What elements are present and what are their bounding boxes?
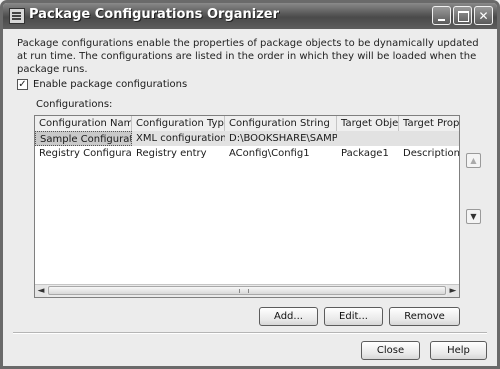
app-icon: [9, 8, 25, 24]
cell-configuration-name: Sample Configuration: [35, 131, 132, 146]
column-header-configuration-string[interactable]: Configuration String: [225, 116, 337, 131]
edit-button[interactable]: Edit...: [324, 307, 383, 326]
scroll-left-icon[interactable]: ◄: [35, 285, 47, 297]
maximize-button[interactable]: [453, 6, 472, 25]
cell-target-property: Description: [403, 148, 460, 159]
add-button[interactable]: Add...: [259, 307, 318, 326]
table-row[interactable]: Sample Configuration XML configuration f…: [35, 131, 459, 146]
configurations-list[interactable]: Configuration Name Configuration Type Co…: [34, 115, 460, 298]
arrow-up-icon: ▲: [470, 156, 477, 165]
move-down-button[interactable]: ▼: [466, 209, 481, 224]
divider: [13, 332, 487, 334]
enable-configurations-checkbox[interactable]: ✓: [17, 79, 28, 90]
help-button[interactable]: Help: [430, 341, 487, 360]
table-row[interactable]: Registry Configuration Registry entry AC…: [35, 146, 460, 161]
cell-configuration-string: D:\BOOKSHARE\SAMPLE...: [229, 133, 337, 144]
close-icon: ✕: [478, 9, 489, 23]
configurations-label: Configurations:: [36, 99, 113, 110]
cell-target-object: [337, 131, 399, 146]
column-header-target-object[interactable]: Target Object: [337, 116, 399, 131]
close-window-button[interactable]: ✕: [474, 6, 493, 25]
cell-configuration-string: AConfig\Config1: [229, 148, 310, 159]
column-header-configuration-name[interactable]: Configuration Name: [35, 116, 132, 131]
cell-target-object: Package1: [341, 148, 389, 159]
cell-configuration-type: Registry entry: [136, 148, 207, 159]
scrollbar-thumb[interactable]: [48, 286, 446, 295]
close-button[interactable]: Close: [361, 341, 420, 360]
enable-configurations-label[interactable]: Enable package configurations: [33, 79, 187, 90]
arrow-down-icon: ▼: [470, 212, 477, 221]
move-up-button[interactable]: ▲: [466, 153, 481, 168]
title-bar[interactable]: Package Configurations Organizer ✕: [3, 3, 497, 29]
grip-icon: [239, 289, 249, 293]
window-title: Package Configurations Organizer: [29, 7, 279, 22]
remove-button[interactable]: Remove: [389, 307, 460, 326]
column-header-target-property[interactable]: Target Prop...: [399, 116, 459, 131]
horizontal-scrollbar[interactable]: ◄ ►: [35, 284, 459, 297]
description-text: Package configurations enable the proper…: [17, 38, 479, 75]
column-header-configuration-type[interactable]: Configuration Type: [132, 116, 225, 131]
minimize-button[interactable]: [432, 6, 451, 25]
dialog-window: Package Configurations Organizer ✕ Packa…: [0, 0, 500, 369]
cell-target-property: [399, 131, 459, 146]
cell-configuration-type: XML configuration file: [136, 133, 225, 144]
scroll-right-icon[interactable]: ►: [447, 285, 459, 297]
maximize-icon: [458, 11, 469, 22]
cell-configuration-name: Registry Configuration: [39, 148, 132, 159]
list-header: Configuration Name Configuration Type Co…: [35, 116, 459, 132]
minimize-icon: [438, 19, 445, 21]
